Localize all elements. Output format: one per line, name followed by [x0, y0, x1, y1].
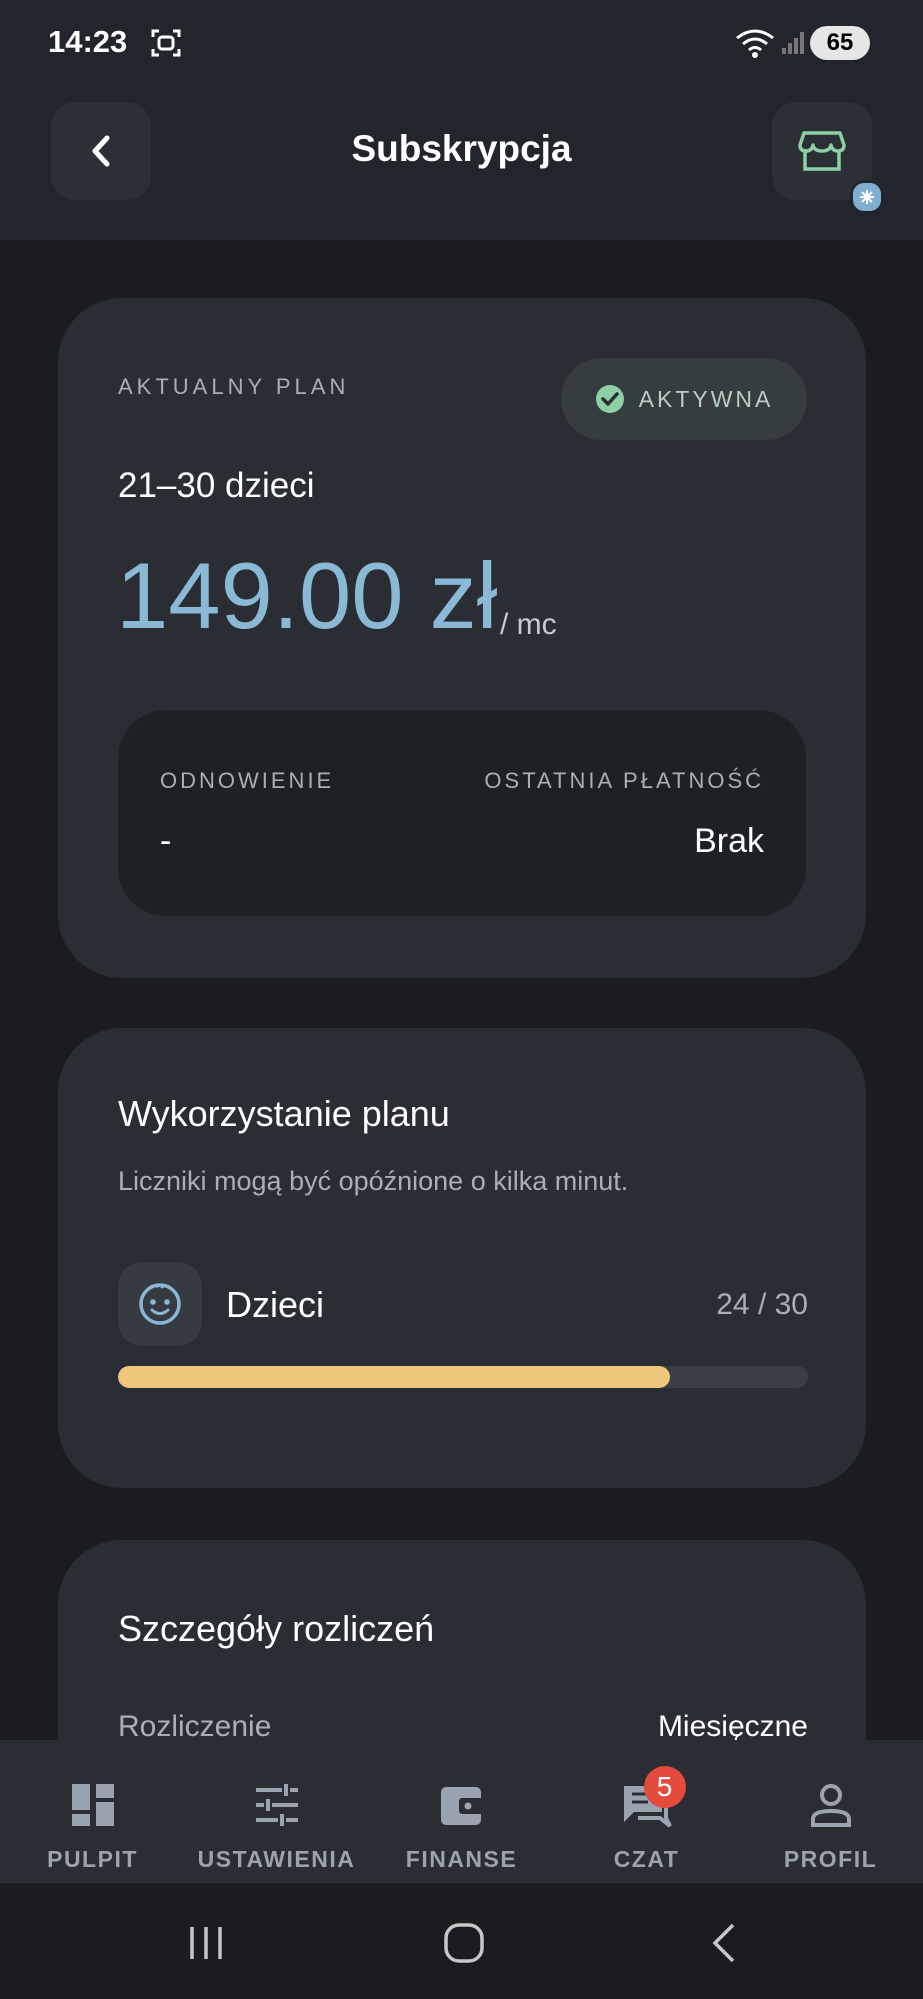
check-circle-icon [595, 385, 624, 413]
renewal-value: - [160, 822, 172, 860]
status-bar: 14:23 65 [0, 0, 923, 90]
usage-title: Wykorzystanie planu [118, 1093, 450, 1134]
battery-indicator: 65 [810, 26, 870, 60]
billing-row-key: Rozliczenie [118, 1710, 272, 1743]
renewal-label: ODNOWIENIE [160, 768, 335, 793]
nav-item-profil[interactable]: PROFIL [738, 1740, 923, 1883]
status-badge: AKTYWNA [561, 358, 807, 440]
nav-label-pulpit: PULPIT [47, 1846, 138, 1872]
billing-row: Rozliczenie Miesięczne [118, 1710, 808, 1744]
nav-label-finanse: FINANSE [405, 1846, 518, 1872]
nav-item-czat[interactable]: 5 CZAT [554, 1740, 739, 1883]
last-payment-label: OSTATNIA PŁATNOŚĆ [484, 768, 764, 793]
home-button[interactable] [424, 1913, 504, 1973]
app-bar: Subskrypcja [0, 90, 923, 240]
status-time: 14:23 [48, 24, 128, 59]
wallet-icon [440, 1787, 483, 1825]
recent-apps-button[interactable] [166, 1913, 246, 1973]
last-payment-value: Brak [694, 822, 764, 860]
usage-item-count: 24 / 30 [716, 1288, 808, 1321]
recent-apps-icon [190, 1927, 222, 1959]
signal-icon [782, 32, 804, 54]
usage-item-label: Dzieci [226, 1284, 325, 1325]
wifi-icon [736, 29, 774, 58]
nav-label-ustawienia: USTAWIENIA [197, 1846, 356, 1872]
nav-label-czat: CZAT [613, 1846, 680, 1872]
nav-item-pulpit[interactable]: PULPIT [0, 1740, 185, 1883]
billing-row-value: Miesięczne [657, 1710, 808, 1743]
bottom-navigation: PULPIT USTAWIENIA FINANSE 5 CZAT PROFIL [0, 1740, 923, 1883]
person-icon [810, 1784, 851, 1827]
nav-item-ustawienia[interactable]: USTAWIENIA [184, 1740, 369, 1883]
store-icon [798, 131, 846, 171]
system-back-button[interactable] [684, 1913, 764, 1973]
child-icon-box [118, 1262, 202, 1346]
nav-item-finanse[interactable]: FINANSE [369, 1740, 554, 1883]
plan-price: 149.00 zł [116, 543, 498, 648]
billing-title: Szczegóły rozliczeń [118, 1608, 435, 1649]
child-face-icon [139, 1283, 181, 1325]
usage-progress-fill [118, 1366, 670, 1388]
chat-unread-badge: 5 [643, 1766, 686, 1808]
status-badge-label: AKTYWNA [638, 385, 774, 412]
screenshot-icon [151, 29, 181, 57]
current-plan-card: AKTUALNY PLAN AKTYWNA 21–30 dzieci 149.0… [58, 298, 866, 978]
price-period: / mc [500, 608, 557, 641]
system-navigation-bar [0, 1883, 923, 1999]
store-badge [850, 180, 884, 214]
plan-usage-card: Wykorzystanie planu Liczniki mogą być op… [58, 1028, 866, 1488]
system-back-icon [712, 1923, 735, 1963]
dashboard-icon [71, 1784, 114, 1826]
home-icon [444, 1923, 484, 1963]
usage-note: Liczniki mogą być opóźnione o kilka minu… [118, 1166, 629, 1196]
sliders-icon [255, 1784, 298, 1826]
plan-label: AKTUALNY PLAN [118, 374, 350, 399]
usage-progress-bar [118, 1366, 808, 1388]
plan-details-box: ODNOWIENIE OSTATNIA PŁATNOŚĆ - Brak [118, 710, 806, 916]
nav-label-profil: PROFIL [783, 1846, 878, 1872]
snowflake-icon [860, 190, 874, 204]
plan-name: 21–30 dzieci [118, 466, 315, 505]
